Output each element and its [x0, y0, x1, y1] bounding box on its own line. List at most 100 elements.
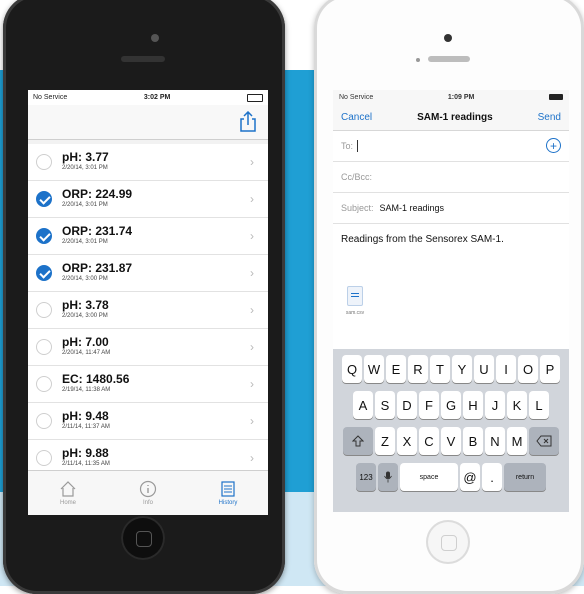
home-button[interactable] [426, 520, 470, 564]
key-q[interactable]: Q [342, 355, 362, 383]
status-bar: No Service 1:09 PM [333, 90, 569, 104]
history-icon [221, 481, 235, 497]
tab-home[interactable]: Home [28, 471, 108, 515]
unchecked-circle-icon[interactable] [36, 302, 52, 318]
key-t[interactable]: T [430, 355, 450, 383]
key-f[interactable]: F [419, 391, 439, 419]
unchecked-circle-icon[interactable] [36, 376, 52, 392]
nav-bar [28, 105, 268, 140]
unchecked-circle-icon[interactable] [36, 339, 52, 355]
key-c[interactable]: C [419, 427, 439, 455]
tab-history-label: History [218, 500, 238, 506]
key-u[interactable]: U [474, 355, 494, 383]
key-b[interactable]: B [463, 427, 483, 455]
compose-nav-bar: Cancel SAM-1 readings Send [333, 104, 569, 131]
space-key[interactable]: space [400, 463, 458, 491]
key-m[interactable]: M [507, 427, 527, 455]
shift-key[interactable] [343, 427, 373, 455]
chevron-right-icon: › [250, 451, 254, 465]
dot-key[interactable]: . [482, 463, 502, 491]
message-body[interactable]: Readings from the Sensorex SAM-1. sam.cs… [333, 224, 569, 356]
key-p[interactable]: P [540, 355, 560, 383]
chevron-right-icon: › [250, 414, 254, 428]
key-e[interactable]: E [386, 355, 406, 383]
reading-timestamp: 2/20/14, 3:00 PM [62, 276, 108, 282]
key-x[interactable]: X [397, 427, 417, 455]
key-a[interactable]: A [353, 391, 373, 419]
reading-value: pH: 3.78 [62, 298, 109, 312]
reading-text: pH: 3.78 2/20/14, 3:00 PM [62, 299, 109, 321]
reading-text: pH: 9.88 2/11/14, 11:35 AM [62, 447, 110, 469]
unchecked-circle-icon[interactable] [36, 413, 52, 429]
key-i[interactable]: I [496, 355, 516, 383]
checked-circle-icon[interactable] [36, 228, 52, 244]
keyboard-row-2: ASDFGHJKL [336, 391, 566, 419]
reading-timestamp: 2/11/14, 11:35 AM [62, 461, 110, 467]
status-time: 3:02 PM [143, 94, 171, 101]
chevron-right-icon: › [250, 340, 254, 354]
unchecked-circle-icon[interactable] [36, 450, 52, 466]
key-l[interactable]: L [529, 391, 549, 419]
key-s[interactable]: S [375, 391, 395, 419]
status-time: 1:09 PM [447, 93, 475, 101]
dictation-key[interactable] [378, 463, 398, 491]
compose-title: SAM-1 readings [417, 111, 493, 123]
battery-icon [548, 94, 563, 100]
reading-row[interactable]: ORP: 231.87 2/20/14, 3:00 PM › [28, 255, 268, 292]
attachment[interactable]: sam.csv [343, 286, 367, 316]
reading-row[interactable]: EC: 1480.56 2/19/14, 11:38 AM › [28, 366, 268, 403]
key-k[interactable]: K [507, 391, 527, 419]
reading-text: ORP: 231.87 2/20/14, 3:00 PM [62, 262, 132, 284]
reading-row[interactable]: pH: 7.00 2/20/14, 11:47 AM › [28, 329, 268, 366]
add-contact-icon[interactable]: + [546, 138, 561, 153]
checked-circle-icon[interactable] [36, 265, 52, 281]
reading-value: ORP: 231.74 [62, 224, 133, 238]
key-n[interactable]: N [485, 427, 505, 455]
letter-keys: ZXCVBNM [374, 427, 528, 455]
home-button[interactable] [121, 516, 165, 560]
key-o[interactable]: O [518, 355, 538, 383]
reading-text: ORP: 231.74 2/20/14, 3:01 PM [62, 225, 132, 247]
front-camera [151, 34, 159, 42]
send-button[interactable]: Send [538, 112, 561, 123]
key-d[interactable]: D [397, 391, 417, 419]
key-v[interactable]: V [441, 427, 461, 455]
numbers-key[interactable]: 123 [356, 463, 376, 491]
reading-timestamp: 2/20/14, 11:47 AM [62, 350, 111, 356]
tab-info[interactable]: Info [108, 471, 188, 515]
chevron-right-icon: › [250, 155, 254, 169]
reading-row[interactable]: ORP: 224.99 2/20/14, 3:01 PM › [28, 181, 268, 218]
share-icon[interactable] [238, 111, 258, 133]
reading-value: EC: 1480.56 [62, 372, 130, 386]
reading-row[interactable]: pH: 3.78 2/20/14, 3:00 PM › [28, 292, 268, 329]
battery-icon [246, 93, 263, 102]
key-y[interactable]: Y [452, 355, 472, 383]
attachment-name: sam.csv [345, 310, 365, 316]
unchecked-circle-icon[interactable] [36, 154, 52, 170]
home-icon [60, 481, 76, 497]
key-g[interactable]: G [441, 391, 461, 419]
at-key[interactable]: @ [460, 463, 480, 491]
shift-icon [352, 435, 364, 447]
key-z[interactable]: Z [375, 427, 395, 455]
reading-value: pH: 9.88 [62, 446, 109, 460]
key-h[interactable]: H [463, 391, 483, 419]
cancel-button[interactable]: Cancel [341, 112, 372, 123]
key-r[interactable]: R [408, 355, 428, 383]
key-j[interactable]: J [485, 391, 505, 419]
key-w[interactable]: W [364, 355, 384, 383]
reading-row[interactable]: pH: 3.77 2/20/14, 3:01 PM › [28, 144, 268, 181]
tab-history[interactable]: History [188, 471, 268, 515]
tab-info-label: Info [142, 500, 153, 506]
cc-bcc-field[interactable]: Cc/Bcc: [333, 162, 569, 193]
keyboard: QWERTYUIOP ASDFGHJKL ZXCVBNM 123 space @… [333, 349, 569, 512]
reading-row[interactable]: ORP: 231.74 2/20/14, 3:01 PM › [28, 218, 268, 255]
delete-key[interactable] [529, 427, 559, 455]
proximity-sensor [416, 58, 420, 62]
reading-row[interactable]: pH: 9.48 2/11/14, 11:37 AM › [28, 403, 268, 440]
to-field[interactable]: To: + [333, 131, 569, 162]
checked-circle-icon[interactable] [36, 191, 52, 207]
return-key[interactable]: return [504, 463, 546, 491]
subject-field[interactable]: Subject: SAM-1 readings [333, 193, 569, 224]
chevron-right-icon: › [250, 303, 254, 317]
